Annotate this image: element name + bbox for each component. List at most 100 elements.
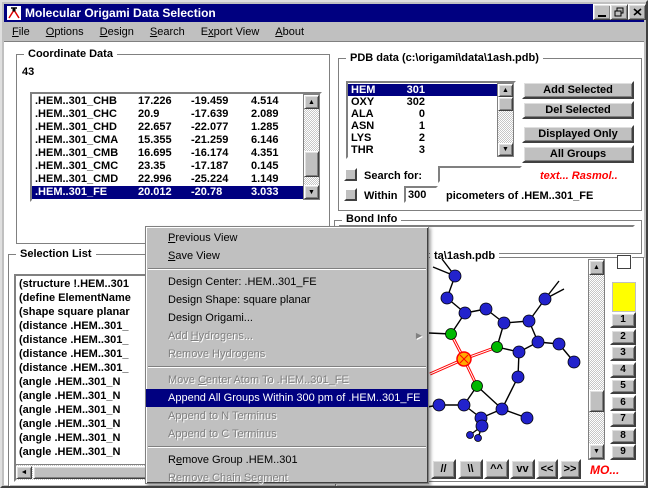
view-toolbar-button-1[interactable]: \\: [458, 459, 483, 479]
minimize-button[interactable]: [593, 4, 611, 20]
coordinate-row[interactable]: .HEM..301_CHD22.657-22.0771.285: [32, 121, 304, 134]
coordinate-scroll-down-icon[interactable]: ▼: [304, 185, 319, 199]
context-menu-item[interactable]: Add Hydrogens...▶: [146, 327, 428, 345]
pdb-button-del-selected[interactable]: Del Selected: [522, 101, 634, 119]
coordinate-row[interactable]: .HEM..301_CHC20.9-17.6392.089: [32, 108, 304, 121]
atom-carbon[interactable]: [475, 435, 482, 442]
context-menu-item[interactable]: Move Center Atom To .HEM..301_FE: [146, 371, 428, 389]
atom-carbon[interactable]: [512, 371, 524, 383]
view-toolbar-button-5[interactable]: >>: [559, 459, 581, 479]
pdb-row[interactable]: ALA0: [348, 108, 498, 120]
atom-carbon[interactable]: [476, 420, 488, 432]
number-button-1[interactable]: 1: [610, 312, 636, 328]
context-menu-item[interactable]: Design Origami...: [146, 309, 428, 327]
coordinate-row[interactable]: .HEM..301_CMC23.35-17.1870.145: [32, 160, 304, 173]
menubar-item-search[interactable]: Search: [142, 24, 193, 40]
context-menu-item[interactable]: Design Shape: square planar: [146, 291, 428, 309]
restore-button[interactable]: [610, 4, 628, 20]
menubar-item-export-view[interactable]: Export View: [193, 24, 268, 40]
pdb-scrollbar[interactable]: ▲ ▼: [497, 83, 514, 157]
atom-carbon[interactable]: [521, 412, 533, 424]
search-for-checkbox[interactable]: [344, 168, 357, 181]
atom-nitrogen[interactable]: [492, 342, 503, 353]
atom-carbon[interactable]: [449, 270, 461, 282]
atom-carbon[interactable]: [553, 338, 565, 350]
context-menu-item[interactable]: Remove Hydrogens: [146, 345, 428, 363]
coordinate-scroll-up-icon[interactable]: ▲: [304, 95, 319, 109]
search-input[interactable]: [438, 166, 522, 183]
number-button-9[interactable]: 9: [610, 444, 636, 460]
menubar-item-design[interactable]: Design: [92, 24, 142, 40]
atom-nitrogen[interactable]: [472, 381, 483, 392]
coordinate-row[interactable]: .HEM..301_FE20.012-20.783.033: [32, 186, 304, 199]
atom-carbon[interactable]: [539, 293, 551, 305]
number-button-8[interactable]: 8: [610, 428, 636, 444]
view-toolbar-button-0[interactable]: //: [431, 459, 456, 479]
context-menu-item[interactable]: Append All Groups Within 300 pm of .HEM.…: [146, 389, 428, 407]
atom-carbon[interactable]: [513, 346, 525, 358]
pdb-row[interactable]: HEM301: [348, 84, 498, 96]
pdb-scroll-up-icon[interactable]: ▲: [498, 84, 513, 97]
atom-carbon[interactable]: [498, 317, 510, 329]
pdb-button-all-groups[interactable]: All Groups: [522, 145, 634, 163]
atom-carbon[interactable]: [458, 399, 470, 411]
titlebar: Molecular Origami Data Selection: [4, 4, 644, 22]
within-input[interactable]: [404, 186, 438, 203]
coordinate-scroll-thumb[interactable]: [304, 151, 319, 177]
coordinate-scrollbar[interactable]: ▲ ▼: [303, 94, 320, 200]
atom-nitrogen[interactable]: [446, 329, 457, 340]
coordinate-row[interactable]: .HEM..301_CMB16.695-16.1744.351: [32, 147, 304, 160]
number-button-2[interactable]: 2: [610, 329, 636, 345]
context-menu-item[interactable]: Design Center: .HEM..301_FE: [146, 273, 428, 291]
coordinate-cell: 3.033: [251, 186, 297, 199]
number-button-7[interactable]: 7: [610, 411, 636, 427]
menubar-item-about[interactable]: About: [267, 24, 312, 40]
display-scrollbar[interactable]: ▲ ▼: [588, 259, 605, 460]
atom-carbon[interactable]: [433, 399, 445, 411]
display-scroll-thumb[interactable]: [589, 390, 604, 412]
atom-carbon[interactable]: [467, 432, 474, 439]
view-toolbar-button-2[interactable]: ^^: [484, 459, 509, 479]
display-scroll-up-icon[interactable]: ▲: [589, 260, 604, 275]
pdb-scroll-thumb[interactable]: [498, 97, 513, 111]
pdb-button-add-selected[interactable]: Add Selected: [522, 81, 634, 99]
within-checkbox[interactable]: [344, 188, 357, 201]
coordinate-row[interactable]: .HEM..301_CMA15.355-21.2596.146: [32, 134, 304, 147]
coordinate-row[interactable]: .HEM..301_CMD22.996-25.2241.149: [32, 173, 304, 186]
atom-carbon[interactable]: [523, 315, 535, 327]
context-menu-item[interactable]: Save View: [146, 247, 428, 265]
close-button[interactable]: [628, 4, 646, 20]
number-button-4[interactable]: 4: [610, 362, 636, 378]
pdb-row[interactable]: THR3: [348, 144, 498, 156]
number-button-3[interactable]: 3: [610, 345, 636, 361]
molecule-canvas[interactable]: [402, 258, 586, 458]
pdb-button-displayed-only[interactable]: Displayed Only: [522, 125, 634, 143]
atom-carbon[interactable]: [568, 356, 580, 368]
context-menu-item[interactable]: Previous View: [146, 229, 428, 247]
pdb-scroll-down-icon[interactable]: ▼: [498, 143, 513, 156]
number-button-5[interactable]: 5: [610, 378, 636, 394]
pdb-row[interactable]: OXY302: [348, 96, 498, 108]
display-checkbox[interactable]: [617, 255, 631, 269]
atom-carbon[interactable]: [441, 292, 453, 304]
context-menu-item[interactable]: Append to N Terminus: [146, 407, 428, 425]
atom-carbon[interactable]: [459, 307, 471, 319]
view-toolbar-button-4[interactable]: <<: [536, 459, 558, 479]
context-menu-item[interactable]: Remove Group .HEM..301: [146, 451, 428, 469]
color-swatch[interactable]: [612, 282, 636, 312]
pdb-row[interactable]: LYS2: [348, 132, 498, 144]
context-menu-item[interactable]: Append to C Terminus: [146, 425, 428, 443]
atom-carbon[interactable]: [480, 303, 492, 315]
view-toolbar-button-3[interactable]: vv: [510, 459, 535, 479]
menubar-item-options[interactable]: Options: [38, 24, 92, 40]
display-scroll-down-icon[interactable]: ▼: [589, 444, 604, 459]
context-menu-item[interactable]: Remove Chain Segment: [146, 469, 428, 487]
pdb-row[interactable]: ASN1: [348, 120, 498, 132]
atom-carbon[interactable]: [496, 403, 508, 415]
selection-scroll-left-icon[interactable]: ◄: [16, 466, 32, 479]
menubar-item-file[interactable]: File: [4, 24, 38, 40]
coordinate-row[interactable]: .HEM..301_CHB17.226-19.4594.514: [32, 95, 304, 108]
pdb-group-number: 2: [397, 132, 425, 144]
number-button-6[interactable]: 6: [610, 395, 636, 411]
atom-carbon[interactable]: [532, 336, 544, 348]
